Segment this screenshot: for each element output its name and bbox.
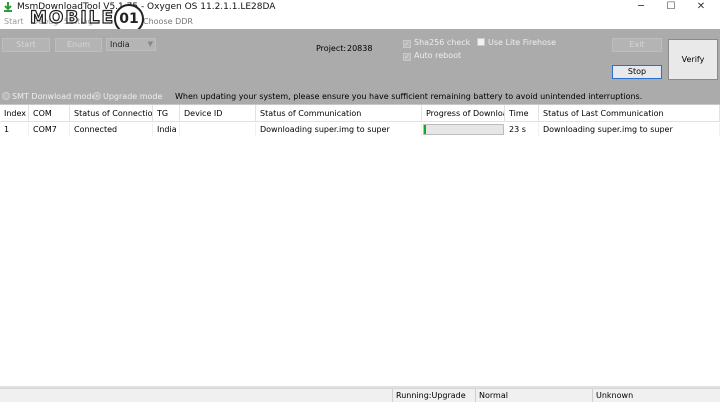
- control-panel: Start Enum India ▼ Project: 20838 ✓ Sha25…: [0, 29, 720, 104]
- exit-button[interactable]: Exit: [612, 38, 662, 52]
- upgrade-mode-radio[interactable]: Upgrade mode: [93, 92, 162, 101]
- project-label: Project:: [316, 44, 347, 53]
- empty-checkbox-icon: [477, 38, 485, 46]
- close-button[interactable]: ✕: [682, 0, 720, 14]
- radio-unselected-icon: [2, 92, 10, 100]
- menu-choose-ddr[interactable]: Choose DDR: [143, 17, 193, 26]
- start-button[interactable]: Start: [2, 38, 50, 52]
- chevron-down-icon: ▼: [147, 40, 153, 48]
- region-select[interactable]: India ▼: [106, 38, 156, 51]
- status-extra: Unknown: [592, 389, 718, 402]
- mobile01-watermark-logo: MOBILE 01: [29, 4, 146, 34]
- column-header-com[interactable]: COM: [29, 105, 70, 122]
- cell-device-id: [180, 123, 256, 136]
- region-select-value: India: [110, 40, 130, 49]
- cell-com: COM7: [29, 123, 70, 136]
- column-header-time[interactable]: Time: [505, 105, 539, 122]
- battery-warning-text: When updating your system, please ensure…: [175, 92, 643, 101]
- stop-button[interactable]: Stop: [612, 65, 662, 79]
- status-state: Normal: [475, 389, 592, 402]
- watermark-text: MOBILE: [29, 7, 116, 28]
- column-header-communication[interactable]: Status of Communication: [256, 105, 422, 122]
- progress-fill: [424, 125, 426, 134]
- project-value: 20838: [347, 44, 373, 53]
- device-table: Index COM Status of Connection TG Device…: [0, 104, 720, 386]
- lite-firehose-label: Use Lite Firehose: [488, 38, 557, 47]
- sha256-checkbox[interactable]: ✓ Sha256 check: [403, 38, 470, 48]
- download-arrow-icon: [4, 2, 12, 12]
- cell-connection: Connected: [70, 123, 153, 136]
- auto-reboot-label: Auto reboot: [414, 51, 462, 60]
- enum-button[interactable]: Enum: [55, 38, 102, 52]
- upgrade-mode-label: Upgrade mode: [103, 92, 163, 101]
- radio-selected-icon: [93, 92, 101, 100]
- auto-reboot-checkbox[interactable]: ✓ Auto reboot: [403, 51, 461, 61]
- download-progress-bar: [423, 124, 504, 135]
- lite-firehose-checkbox[interactable]: Use Lite Firehose: [477, 38, 556, 47]
- menu-start[interactable]: Start: [4, 17, 24, 26]
- column-header-index[interactable]: Index: [0, 105, 29, 122]
- column-header-tg[interactable]: TG: [153, 105, 180, 122]
- checkmark-icon: ✓: [403, 53, 411, 61]
- cell-last-communication: Downloading super.img to super: [539, 123, 720, 136]
- column-header-device-id[interactable]: Device ID: [180, 105, 256, 122]
- smt-mode-label: SMT Donwload mode: [12, 92, 97, 101]
- verify-button[interactable]: Verify: [668, 39, 718, 80]
- smt-download-mode-radio[interactable]: SMT Donwload mode: [2, 92, 96, 101]
- status-mode: Running:Upgrade: [392, 389, 474, 402]
- column-header-progress[interactable]: Progress of Download: [422, 105, 505, 122]
- cell-tg: India: [153, 123, 180, 136]
- cell-communication: Downloading super.img to super: [256, 123, 422, 136]
- cell-index: 1: [0, 123, 29, 136]
- column-header-connection[interactable]: Status of Connection: [70, 105, 153, 122]
- status-bar: Running:Upgrade Normal Unknown: [0, 388, 720, 402]
- checkmark-icon: ✓: [403, 40, 411, 48]
- column-header-last-communication[interactable]: Status of Last Communication: [539, 105, 720, 122]
- cell-time: 23 s: [505, 123, 539, 136]
- sha256-label: Sha256 check: [414, 38, 471, 47]
